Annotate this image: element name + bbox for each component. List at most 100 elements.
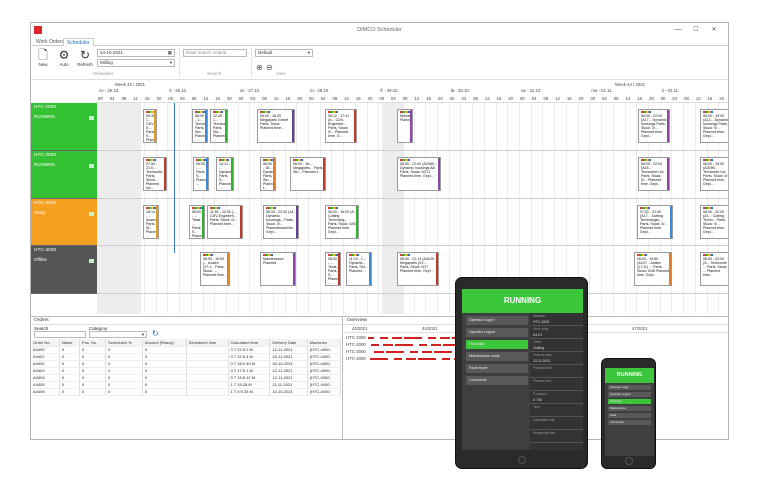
job-card[interactable]: Maintenance Planned: [260, 252, 296, 286]
table-row[interactable]: A4406 0 0 0 0 1 T 0:5 33 M 10-10-2021 {HTC-4000…: [31, 388, 342, 396]
job-card-text: 06:00 - 16:20 (A... Cutting Technolog...…: [328, 210, 357, 234]
new-button[interactable]: 🗋 New: [34, 48, 52, 67]
phone-button[interactable]: Maintenance: [608, 406, 651, 411]
job-card[interactable]: 11:19 - 1... Dynamic... Parts, Stu... Pl…: [346, 252, 372, 286]
tablet-button[interactable]: Finish job: [466, 340, 528, 349]
resource-htc-3000[interactable]: HTC-3000 Setup: [31, 199, 97, 246]
job-card[interactable]: Mainte... Planned: [397, 109, 413, 143]
job-card[interactable]: 06:00 - 16:... Dynamic... Parts, Stu... …: [260, 157, 276, 191]
job-card[interactable]: 06:16 - 22:00 (A1... Dynamic housings...…: [263, 205, 299, 239]
table-cell: 0 T 18:0 49 M: [228, 360, 271, 368]
phone-button[interactable]: Comments: [608, 420, 651, 425]
orders-search-input[interactable]: [34, 331, 86, 338]
job-card[interactable]: 06:00 - 21:13 (A4109... Megaparts (01:..…: [397, 252, 439, 286]
tablet-button[interactable]: Comments: [466, 376, 528, 385]
table-cell: 10-10-2021: [269, 388, 308, 396]
job-card[interactable]: 09:30-1... CDV-E... Parts, S... Planned …: [143, 109, 157, 143]
refresh-button[interactable]: ↻ Refresh: [76, 48, 94, 67]
close-button[interactable]: ✕: [707, 25, 721, 35]
column-header[interactable]: Scheduled %: [105, 339, 143, 347]
job-card[interactable]: 06:00 - 19:50 (... Avalec (27:1... Parts…: [200, 252, 230, 286]
job-card[interactable]: 06:00 - 22:00 (A... Techconte ... Parts,…: [700, 252, 728, 286]
day-label: ti - 26.10.: [169, 88, 188, 93]
table-row[interactable]: A4403 0 0 0 0 0 T 17:5 1 M 12-11-2021 {HTC-4000…: [31, 367, 342, 375]
schedule-grid[interactable]: 09:30-1... CDV-E... Parts, S... Planned …: [97, 103, 728, 314]
zoom-in-icon[interactable]: ⊕: [256, 63, 263, 72]
job-card[interactable]: 06:00 - 22:00 (A16... Techconte Ltd. Par…: [638, 157, 670, 191]
view-select[interactable]: Default ▾: [255, 49, 313, 57]
table-cell: [186, 374, 229, 382]
job-card[interactable]: 18:14 - ... Avalec... Parts, St... Plann…: [143, 205, 159, 239]
tablet-button[interactable]: Maintenance mode: [466, 352, 528, 361]
job-card[interactable]: 06:00 - 19:00 (A13... Dynamic housings P…: [700, 109, 728, 143]
table-cell: {HTC-4000;: [307, 374, 342, 382]
resource-htc-1000[interactable]: HTC-1000 RUNNING: [31, 103, 97, 151]
job-card[interactable]: 06:00 - 16:20 Megaparts GmbH Parts, Stuc…: [257, 109, 295, 143]
hour-label: 20: [367, 96, 373, 101]
hour-label: 16: [355, 96, 361, 101]
status-dots-icon: [146, 159, 156, 161]
table-cell: 0: [105, 388, 143, 396]
table-row[interactable]: A4404 0 0 0 0 0 T 15:5 12 M 12-11-2021 {HTC-400…: [31, 374, 342, 382]
table-cell: 0: [59, 360, 80, 368]
process-select[interactable]: Milling ▾: [97, 59, 175, 67]
tab-scheduler[interactable]: Scheduler: [63, 38, 94, 46]
job-card-text: Maintenance Planned: [263, 257, 284, 265]
column-header[interactable]: Machines: [307, 339, 342, 347]
job-card[interactable]: 06:00 - 22:00 (A2089... Dynamic housings…: [397, 157, 441, 191]
phone-button[interactable]: Finish job: [608, 399, 651, 404]
job-card[interactable]: 06:00 - 22:00 (A17... Dynamic housings P…: [638, 109, 670, 143]
refresh-icon[interactable]: ↻: [152, 329, 159, 338]
tablet-button[interactable]: Operator Login?: [466, 316, 528, 325]
auto-button[interactable]: ⚙ Auto: [55, 48, 73, 67]
phone-button[interactable]: Operator Login: [608, 385, 651, 390]
job-card[interactable]: 06:00 - 19:00 (A3096... Techconte Ltd. P…: [700, 157, 728, 191]
resource-htc-2000[interactable]: HTC-2000 RUNNING: [31, 151, 97, 199]
job-card[interactable]: 07:32 - 22:00 (A17... Cutting Technologi…: [637, 205, 673, 239]
job-card[interactable]: 06:00 - 22:00 (A1... Cutting Techn... Pa…: [700, 205, 728, 239]
tablet-button[interactable]: Fault report: [466, 364, 528, 373]
job-card[interactable]: 06:00 - ... Tesla... Parts, S... Planned…: [325, 252, 341, 286]
maximize-button[interactable]: ☐: [689, 25, 703, 35]
job-card[interactable]: 06:00 - 19:50 (A107... Avalec (27:11) ..…: [634, 252, 672, 286]
job-card[interactable]: 12:45 - 1... Techconte Parts, Stu... Pla…: [210, 109, 228, 143]
job-card-text: 06:00 - 16:20 Megaparts GmbH Parts, Stuc…: [260, 114, 289, 130]
job-color-strip: [156, 206, 158, 238]
search-input[interactable]: Enter search criteria: [183, 49, 247, 57]
job-card[interactable]: 06:12 - 17:41 (A... CDV-Engineeri... Par…: [325, 109, 357, 143]
resource-htc-4000[interactable]: HTC-4000 Offline: [31, 246, 97, 294]
tablet-button[interactable]: Operator Logout: [466, 328, 528, 337]
job-card-text: 06:00 - 21:13 (A4109... Megaparts (01:..…: [400, 257, 437, 273]
column-header[interactable]: Order No.: [31, 339, 60, 347]
job-color-strip: [410, 110, 412, 142]
column-header[interactable]: Name: [59, 339, 80, 347]
column-header[interactable]: Scheduled time: [186, 339, 229, 347]
column-header[interactable]: Calculated time: [228, 339, 271, 347]
column-header[interactable]: Delivery Date: [269, 339, 308, 347]
date-picker[interactable]: 24-10-2021 ▦: [97, 49, 175, 57]
job-card[interactable]: 07:54 - 21:0... Techconte... Parts, Stuc…: [143, 157, 167, 191]
job-card[interactable]: 06:00 - 16:20 (A... Cutting Technolog...…: [325, 205, 359, 239]
category-select[interactable]: ▾: [89, 331, 147, 338]
zoom-out-icon[interactable]: ⊖: [266, 63, 273, 72]
job-card[interactable]: 06:00 - 16:... Megaparts... Parts, Stu..…: [290, 157, 326, 191]
table-row[interactable]: A4405 0 0 0 0 1 T 15:28 M 11-11-2021 {HTC-4000;: [31, 381, 342, 389]
status-dots-icon: [328, 254, 338, 256]
phone-home-button[interactable]: [625, 457, 633, 465]
tablet-home-button[interactable]: [518, 456, 526, 464]
job-card[interactable]: 06:00 - ... Parts, S... Planned ...: [193, 157, 209, 191]
table-row[interactable]: A4402 0 0 0 0 0 T 18:0 49 M 30-10-2021 {HTC-400…: [31, 360, 342, 368]
hour-label: 20: [508, 96, 514, 101]
minimize-button[interactable]: —: [671, 25, 685, 35]
table-row[interactable]: A4401 0 0 0 0 0 T 22:5 4 M 15-11-2021 {HTC-4000…: [31, 353, 342, 361]
job-card[interactable]: 14:12 - ... Dynamic... Parts, S... Plann…: [216, 157, 234, 191]
column-header[interactable]: Pos. No.: [79, 339, 107, 347]
column-header[interactable]: Amount (Ready): [142, 339, 187, 347]
phone-button[interactable]: Fault: [608, 413, 651, 418]
phone-button[interactable]: Operator Logout: [608, 392, 651, 397]
table-row[interactable]: A4400 0 0 0 0 0 T 22:5 2 M 12-11-2021 {HTC-4000…: [31, 346, 342, 354]
job-card[interactable]: 06:00 - ... Tesla ... Parts, S... Planne…: [189, 205, 205, 239]
tablet-field: Calculated end: [530, 417, 583, 430]
job-card[interactable]: 06:00 - 1... Techconte Parts, Stu... Pla…: [192, 109, 208, 143]
job-card[interactable]: 11:51 - 22:00 (... CDV-Engineeri... Part…: [207, 205, 243, 239]
